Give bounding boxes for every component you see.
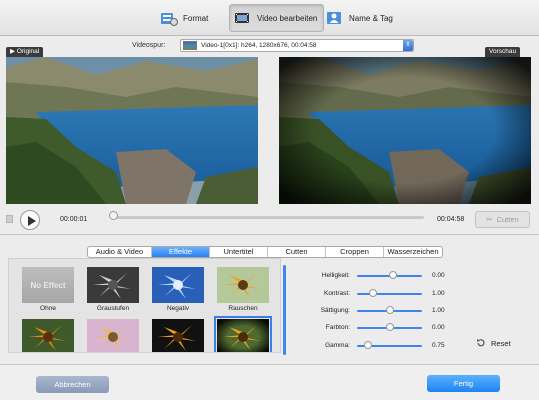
effect-7[interactable] [152,319,204,352]
tab-format[interactable]: Format [160,4,208,32]
effect-grayscale-label: Graustufen [96,305,130,312]
chevron-down-icon: ⇕ [403,40,413,51]
effect-none[interactable]: No Effect [22,267,74,303]
film-edit-icon [235,13,249,23]
tab-video-edit-label: Video bearbeiten [257,13,318,23]
gamma-value: 0.75 [432,342,445,349]
tab-crop[interactable]: Croppen [326,247,384,257]
effect-negative[interactable] [152,267,204,303]
preview-tag: Vorschau [485,47,521,57]
effect-negative-label: Negativ [166,305,190,312]
brightness-handle[interactable] [389,271,397,279]
tab-name-tag[interactable]: Name & Tag [326,4,393,32]
effect-5-thumb [22,319,74,352]
negative-thumb [152,267,204,303]
tab-name-tag-label: Name & Tag [349,13,393,23]
top-toolbar: Format Video bearbeiten Name & Tag [0,0,539,36]
preview-video [279,57,531,204]
tab-video-edit[interactable]: Video bearbeiten [229,4,325,32]
effects-scrollbar[interactable] [283,265,286,355]
track-thumbnail [183,41,197,50]
contrast-handle[interactable] [369,289,377,297]
grayscale-thumb [87,267,139,303]
effect-none-label: Ohne [40,305,56,312]
scissors-icon: ✂ [486,215,493,224]
contrast-label: Kontrast: [323,290,350,297]
brightness-value: 0.00 [432,272,445,279]
effects-list: No Effect Ohne Graustufen Negativ Rausch… [8,258,281,353]
effect-6[interactable] [87,319,139,352]
original-tag: ▶ Original [6,47,44,57]
done-button[interactable]: Fertig [427,375,500,392]
saturation-handle[interactable] [386,306,394,314]
section-divider [0,234,539,235]
effect-6-thumb [87,319,139,352]
noise-thumb [217,267,269,303]
reset-button[interactable]: Reset [476,338,511,348]
total-time: 00:04:58 [437,216,465,223]
timeline-handle[interactable] [109,211,118,220]
effect-noise[interactable] [217,267,269,303]
video-track-label: Videospur: [132,42,166,49]
play-button[interactable] [20,210,40,230]
tab-cut[interactable]: Cutten [268,247,326,257]
original-video-frame [6,57,258,204]
original-video [6,57,258,204]
tab-effects[interactable]: Effekte [152,247,210,257]
person-tag-icon [327,12,341,24]
cancel-button[interactable]: Abbrechen [36,376,109,393]
current-time: 00:00:01 [60,216,88,223]
effect-8-thumb [217,319,269,352]
tab-audio-video[interactable]: Audio & Video [88,247,152,257]
format-icon [161,13,178,26]
saturation-label: Sättigung: [320,307,350,314]
timeline-track[interactable] [112,216,424,219]
saturation-value: 1.00 [432,307,445,314]
frame-back-button[interactable] [6,215,13,223]
hue-handle[interactable] [386,323,394,331]
edit-tabs: Audio & Video Effekte Untertitel Cutten … [87,246,443,258]
brightness-label: Helligkeit: [321,272,350,279]
reset-label: Reset [491,338,511,348]
gamma-handle[interactable] [364,341,372,349]
tab-watermark[interactable]: Wasserzeichen [384,247,442,257]
effect-grayscale[interactable] [87,267,139,303]
tab-subtitles[interactable]: Untertitel [210,247,268,257]
effect-7-thumb [152,319,204,352]
effect-noise-label: Rauschen [228,305,258,312]
effect-5[interactable] [22,319,74,352]
contrast-value: 1.00 [432,290,445,297]
tab-format-label: Format [183,13,209,23]
contrast-slider[interactable] [357,293,422,295]
preview-video-frame [279,57,531,204]
hue-label: Farbton: [325,324,350,331]
reset-icon [477,339,485,347]
hue-value: 0.00 [432,324,445,331]
video-track-select[interactable]: Video-1[0x1]: h264, 1280x676, 00:04:58 ⇕ [180,39,414,52]
video-track-value: Video-1[0x1]: h264, 1280x676, 00:04:58 [201,42,317,49]
effect-8-selected[interactable] [214,316,272,352]
cut-button-label: Cutten [496,215,519,224]
cut-button[interactable]: ✂ Cutten [475,211,530,228]
gamma-label: Gamma: [325,342,350,349]
